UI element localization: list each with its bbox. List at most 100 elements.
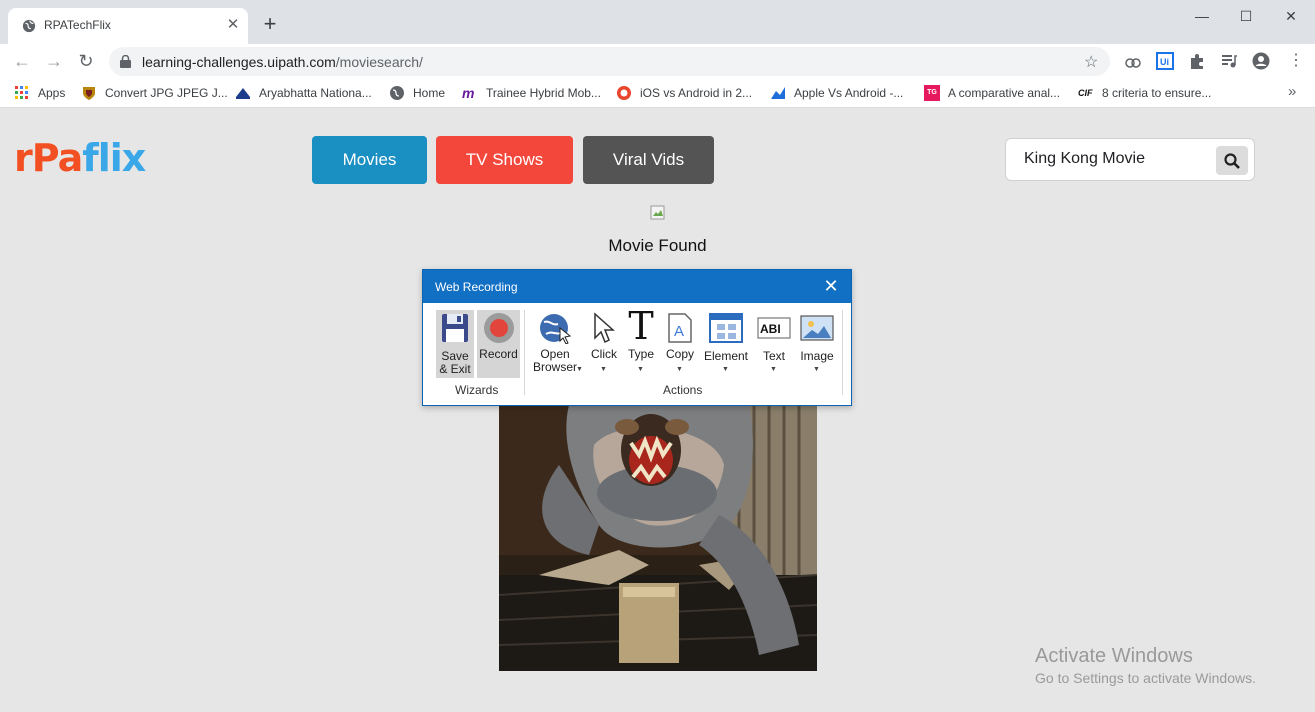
copy-label: Copy bbox=[665, 347, 694, 361]
image-picture-icon bbox=[800, 315, 834, 341]
tab-close-icon[interactable]: ✕ bbox=[224, 16, 242, 34]
extensions-puzzle-icon[interactable] bbox=[1188, 52, 1206, 70]
svg-text:ABI: ABI bbox=[760, 322, 781, 336]
dropdown-caret-icon: ▼ bbox=[600, 366, 607, 373]
url-host: learning-challenges.uipath.com bbox=[142, 54, 336, 70]
cursor-arrow-icon bbox=[594, 312, 615, 344]
bookmark-apps[interactable]: Apps bbox=[14, 84, 65, 102]
url-text: learning-challenges.uipath.com/moviesear… bbox=[142, 54, 423, 70]
broken-image-icon bbox=[650, 205, 665, 220]
search-button[interactable] bbox=[1216, 146, 1248, 175]
back-icon[interactable]: ← bbox=[11, 50, 33, 72]
bookmark-label: A comparative anal... bbox=[948, 86, 1061, 100]
open-browser-label-2: Browser bbox=[532, 360, 577, 374]
bookmark-label: Trainee Hybrid Mob... bbox=[486, 86, 601, 100]
dropdown-caret-icon: ▼ bbox=[813, 366, 820, 373]
type-t-icon: T bbox=[628, 304, 654, 348]
open-browser-button[interactable]: Open Browser ▼ bbox=[530, 310, 583, 378]
bookmark-convert-jpg[interactable]: Convert JPG JPEG J... bbox=[81, 84, 228, 102]
activate-windows-subtitle: Go to Settings to activate Windows. bbox=[1035, 670, 1256, 686]
copy-button[interactable]: A Copy ▼ bbox=[662, 310, 698, 378]
bookmark-label: Home bbox=[413, 86, 446, 100]
bookmark-label: Apple Vs Android -... bbox=[794, 86, 904, 100]
click-label: Click bbox=[591, 347, 617, 361]
tab-title: RPATechFlix bbox=[44, 18, 111, 32]
uipath-extension-icon[interactable]: Ui bbox=[1156, 52, 1174, 70]
forward-icon[interactable]: → bbox=[43, 50, 65, 72]
shield-crest-icon bbox=[83, 87, 95, 100]
record-button[interactable]: Record bbox=[477, 310, 520, 378]
click-button[interactable]: Click ▼ bbox=[586, 310, 622, 378]
search-icon bbox=[1224, 153, 1240, 169]
search-box: King Kong Movie bbox=[1005, 138, 1255, 181]
actions-group-label: Actions bbox=[663, 383, 703, 397]
bookmark-aryabhatta[interactable]: Aryabhatta Nationa... bbox=[235, 84, 372, 102]
wizards-group-label: Wizards bbox=[455, 383, 499, 397]
globe-icon bbox=[390, 86, 404, 100]
new-tab-button[interactable]: + bbox=[260, 13, 280, 35]
copy-document-icon: A bbox=[668, 313, 692, 343]
search-input[interactable]: King Kong Movie bbox=[1024, 150, 1145, 168]
dropdown-caret-icon: ▼ bbox=[637, 366, 644, 373]
bookmark-label: Aryabhatta Nationa... bbox=[259, 86, 372, 100]
type-button[interactable]: T Type ▼ bbox=[624, 304, 658, 378]
dialog-title: Web Recording bbox=[435, 280, 518, 294]
bookmark-comparative[interactable]: TG A comparative anal... bbox=[924, 84, 1060, 102]
floppy-disk-icon bbox=[442, 314, 468, 342]
nav-movies-button[interactable]: Movies bbox=[312, 136, 427, 184]
bookmark-label: Convert JPG JPEG J... bbox=[105, 86, 228, 100]
tab-strip: RPATechFlix ✕ + — ☐ ✕ bbox=[0, 0, 1315, 44]
bookmark-apple-vs-android[interactable]: Apple Vs Android -... bbox=[770, 84, 903, 102]
apps-grid-icon bbox=[15, 86, 28, 99]
bookmark-8-criteria[interactable]: CIF 8 criteria to ensure... bbox=[1078, 84, 1211, 102]
lock-icon bbox=[120, 55, 131, 68]
image-button[interactable]: Image ▼ bbox=[797, 310, 837, 378]
chart-logo-icon bbox=[771, 87, 785, 99]
logo-part-1: rPa bbox=[14, 136, 83, 180]
bookmark-label: Apps bbox=[38, 86, 66, 100]
extension-cloud-icon[interactable] bbox=[1124, 52, 1142, 70]
window-close-icon[interactable]: ✕ bbox=[1279, 6, 1303, 26]
dialog-titlebar: Web Recording ✕ bbox=[423, 270, 851, 303]
text-label: Text bbox=[762, 349, 785, 363]
browser-tab[interactable]: RPATechFlix ✕ bbox=[8, 8, 248, 44]
text-button[interactable]: ABI Text ▼ bbox=[754, 310, 794, 378]
bookmark-ios-vs-android[interactable]: iOS vs Android in 2... bbox=[616, 84, 752, 102]
save-exit-label-2: & Exit bbox=[439, 362, 471, 376]
bookmark-label: 8 criteria to ensure... bbox=[1102, 86, 1212, 100]
dropdown-caret-icon: ▼ bbox=[722, 366, 729, 373]
group-divider bbox=[842, 310, 843, 395]
save-exit-button[interactable]: Save & Exit bbox=[436, 310, 474, 378]
element-label: Element bbox=[703, 349, 749, 363]
m-logo-icon: m bbox=[462, 85, 475, 101]
bookmarks-bar: Apps Convert JPG JPEG J... Aryabhatta Na… bbox=[0, 78, 1315, 108]
minimize-icon[interactable]: — bbox=[1190, 6, 1214, 26]
reload-icon[interactable]: ↻ bbox=[75, 50, 97, 72]
dropdown-caret-icon: ▼ bbox=[676, 366, 683, 373]
bookmark-trainee-hybrid[interactable]: m Trainee Hybrid Mob... bbox=[462, 84, 601, 102]
browser-toolbar: ← → ↻ learning-challenges.uipath.com/mov… bbox=[0, 44, 1315, 78]
logo-part-2: flix bbox=[82, 136, 146, 180]
svg-text:A: A bbox=[674, 323, 684, 340]
record-label: Record bbox=[479, 347, 518, 361]
dialog-close-icon[interactable]: ✕ bbox=[820, 276, 842, 298]
dropdown-caret-icon: ▼ bbox=[576, 366, 583, 373]
maximize-icon[interactable]: ☐ bbox=[1234, 6, 1258, 26]
profile-avatar-icon[interactable] bbox=[1252, 52, 1270, 70]
bookmark-label: iOS vs Android in 2... bbox=[640, 86, 753, 100]
web-recording-dialog: Web Recording ✕ Save & Exit Record Wizar… bbox=[422, 269, 852, 406]
media-queue-icon[interactable] bbox=[1220, 52, 1238, 70]
menu-kebab-icon[interactable]: ⋮ bbox=[1288, 50, 1304, 70]
nav-viral-vids-button[interactable]: Viral Vids bbox=[583, 136, 714, 184]
rpaflix-logo[interactable]: rPaflix bbox=[14, 136, 146, 180]
circle-logo-icon bbox=[617, 86, 631, 100]
bookmarks-overflow-icon[interactable]: » bbox=[1288, 83, 1296, 100]
url-path: /moviesearch/ bbox=[335, 54, 423, 70]
address-bar[interactable]: learning-challenges.uipath.com/moviesear… bbox=[109, 47, 1110, 76]
element-button[interactable]: Element ▼ bbox=[702, 310, 750, 378]
type-label: Type bbox=[627, 347, 654, 361]
bookmark-home[interactable]: Home bbox=[389, 84, 445, 102]
nav-tv-shows-button[interactable]: TV Shows bbox=[436, 136, 573, 184]
bookmark-star-icon[interactable]: ☆ bbox=[1084, 52, 1098, 72]
image-label: Image bbox=[800, 349, 834, 363]
